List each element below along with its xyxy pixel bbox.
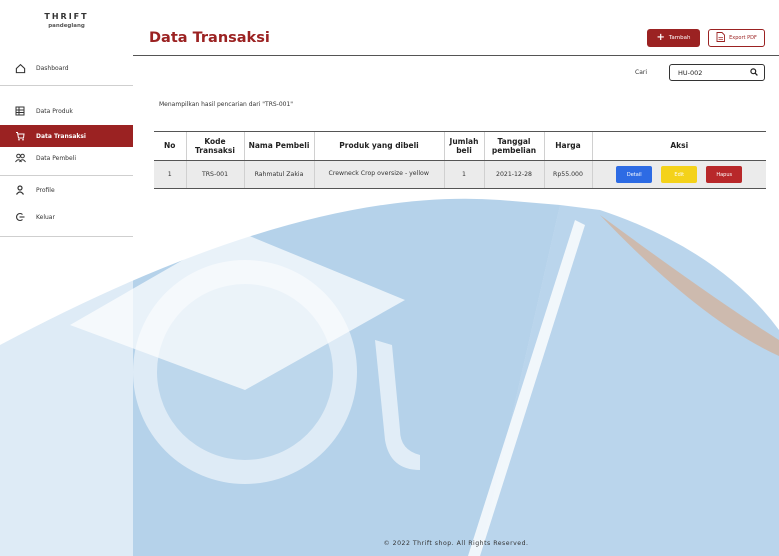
col-header: Harga	[543, 131, 592, 161]
sidebar-item-data-transaksi[interactable]: Data Transaksi	[0, 125, 133, 147]
cell-no: 1	[154, 160, 186, 189]
sidebar-item-dashboard[interactable]: Dashboard	[0, 57, 133, 79]
row-actions: Detail Edit Hapus	[616, 166, 743, 183]
sidebar-item-label: Data Produk	[36, 107, 73, 115]
col-header: No	[154, 131, 186, 161]
sidebar-item-label: Data Transaksi	[36, 132, 86, 140]
col-header: Jumlah beli	[443, 131, 484, 161]
table-header-row: No Kode Transaksi Nama Pembeli Produk ya…	[154, 131, 766, 161]
search-input[interactable]: HU-002	[669, 64, 765, 81]
divider	[0, 85, 133, 86]
brand-title: THRIFT	[44, 12, 89, 21]
col-header: Aksi	[591, 131, 766, 161]
sidebar: THRIFT pandeglang Dashboard Data Produk …	[0, 0, 133, 556]
main-content: Data Transaksi + Tambah Export PDF Cari …	[133, 0, 779, 556]
sidebar-item-keluar[interactable]: Keluar	[0, 206, 133, 228]
search-value: HU-002	[678, 68, 703, 77]
export-pdf-button[interactable]: Export PDF	[708, 29, 765, 47]
table-row: 1 TRS-001 Rahmatul Zakia Crewneck Crop o…	[154, 160, 766, 189]
brand-subtitle: pandeglang	[48, 23, 85, 29]
divider	[0, 175, 133, 176]
add-button[interactable]: + Tambah	[647, 29, 700, 47]
cell-harga: Rp55.000	[543, 160, 592, 189]
search-icon[interactable]	[750, 67, 758, 78]
sidebar-item-label: Keluar	[36, 213, 55, 221]
sidebar-item-profile[interactable]: Profile	[0, 179, 133, 201]
search-label: Cari	[635, 69, 647, 76]
transactions-table: No Kode Transaksi Nama Pembeli Produk ya…	[154, 131, 766, 189]
sidebar-item-data-pembeli[interactable]: Data Pembeli	[0, 147, 133, 169]
cell-jumlah: 1	[443, 160, 484, 189]
footer: © 2022 Thrift shop. All Rights Reserved.	[133, 540, 779, 547]
add-button-label: Tambah	[668, 35, 691, 41]
delete-button[interactable]: Hapus	[706, 166, 743, 183]
pdf-file-icon	[716, 32, 726, 44]
col-header: Produk yang dibeli	[313, 131, 444, 161]
sidebar-item-label: Profile	[36, 186, 55, 194]
detail-button[interactable]: Detail	[616, 166, 653, 183]
cell-aksi: Detail Edit Hapus	[591, 160, 766, 189]
col-header: Tanggal pembelian	[483, 131, 544, 161]
edit-button[interactable]: Edit	[661, 166, 698, 183]
home-icon	[13, 63, 27, 74]
sidebar-item-data-produk[interactable]: Data Produk	[0, 100, 133, 122]
col-header: Nama Pembeli	[243, 131, 314, 161]
user-icon	[13, 185, 27, 195]
sidebar-item-label: Data Pembeli	[36, 154, 77, 162]
logout-icon	[13, 212, 27, 222]
col-header: Kode Transaksi	[185, 131, 244, 161]
sidebar-item-label: Dashboard	[36, 64, 69, 72]
cell-tanggal: 2021-12-28	[483, 160, 544, 189]
page-title: Data Transaksi	[149, 30, 270, 46]
export-pdf-label: Export PDF	[729, 35, 757, 41]
product-icon	[13, 106, 27, 116]
footer-text: © 2022 Thrift shop. All Rights Reserved.	[383, 540, 529, 547]
divider	[0, 236, 133, 237]
users-icon	[13, 153, 27, 163]
cell-produk: Crewneck Crop oversize - yellow	[313, 160, 444, 189]
brand-logo[interactable]: THRIFT pandeglang	[0, 0, 133, 52]
cart-icon	[13, 131, 27, 141]
cell-nama: Rahmatul Zakia	[243, 160, 314, 189]
plus-icon: +	[656, 32, 665, 43]
cell-kode: TRS-001	[185, 160, 244, 189]
search-result-text: Menampilkan hasil pencarian dari "TRS-00…	[159, 101, 294, 108]
header-divider	[133, 55, 779, 56]
